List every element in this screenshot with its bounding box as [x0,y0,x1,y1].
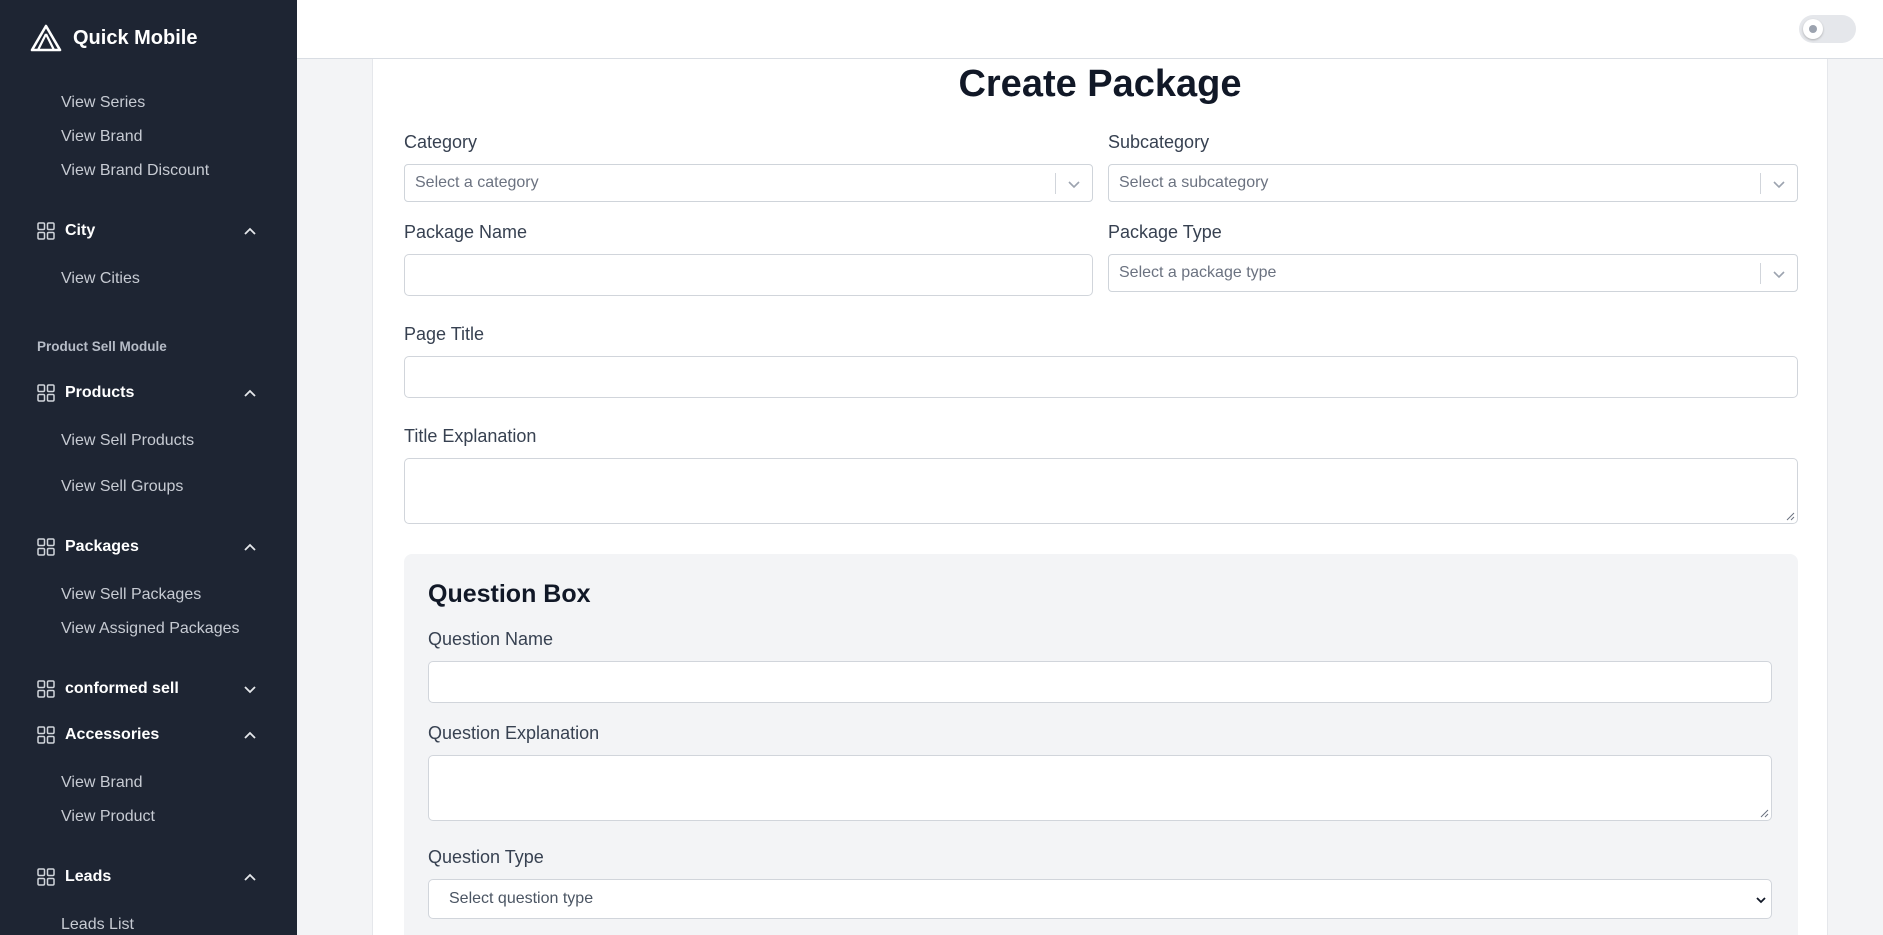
select-separator [1760,173,1761,194]
category-select[interactable]: Select a category [404,164,1093,202]
sidebar-group-city[interactable]: City [37,219,257,243]
chevron-up-icon [244,873,256,881]
sidebar-section-title: Product Sell Module [37,339,167,354]
package-type-select[interactable]: Select a package type [1108,254,1798,292]
select-separator [1760,263,1761,284]
question-name-input[interactable] [428,661,1772,703]
sidebar-link-view-product[interactable]: View Product [61,808,155,826]
sidebar-group-label: Accessories [65,726,160,743]
subcategory-select[interactable]: Select a subcategory [1108,164,1798,202]
resize-handle-icon[interactable] [1786,512,1795,521]
question-explanation-textarea[interactable] [428,755,1772,821]
sidebar-link-view-sell-groups[interactable]: View Sell Groups [61,478,183,496]
subcategory-label: Subcategory [1108,132,1210,152]
page-title: Create Package [958,63,1242,105]
question-box-title: Question Box [428,580,591,608]
resize-handle-icon[interactable] [1760,809,1769,818]
create-package-card: Create Package Category Select a categor… [372,59,1828,935]
title-explanation-textarea[interactable] [404,458,1798,524]
sidebar-link-view-brand-discount[interactable]: View Brand Discount [61,162,209,180]
sidebar-group-conformed-sell[interactable]: conformed sell [37,677,257,701]
chevron-down-icon [244,686,256,694]
sidebar-link-view-assigned-packages[interactable]: View Assigned Packages [61,620,239,638]
question-name-label: Question Name [428,629,554,649]
theme-toggle[interactable] [1799,15,1856,43]
sidebar-link-view-cities[interactable]: View Cities [61,270,140,288]
logo-icon [30,24,62,52]
brand-name: Quick Mobile [73,26,198,49]
sidebar-group-products[interactable]: Products [37,381,257,405]
sidebar-link-view-brand[interactable]: View Brand [61,128,143,146]
question-explanation-label: Question Explanation [428,723,600,743]
page-title-label: Page Title [404,324,485,344]
sidebar-link-view-series[interactable]: View Series [61,94,145,112]
sidebar-link-leads-list[interactable]: Leads List [61,916,134,934]
grid-icon [37,538,55,556]
package-name-label: Package Name [404,222,528,242]
question-type-placeholder: Select question type [449,890,594,907]
sidebar-link-view-sell-products[interactable]: View Sell Products [61,432,194,450]
sidebar-link-view-sell-packages[interactable]: View Sell Packages [61,586,201,604]
chevron-down-icon [1756,897,1766,904]
sidebar-group-accessories[interactable]: Accessories [37,723,257,747]
question-box: Question Box Question Name Question Expl… [404,554,1798,935]
sidebar-group-label: City [65,222,96,239]
grid-icon [37,222,55,240]
question-type-select[interactable]: Select question type [428,879,1772,919]
select-separator [1055,173,1056,194]
chevron-down-icon [1068,181,1080,189]
grid-icon [37,680,55,698]
topbar [297,0,1883,59]
title-explanation-label: Title Explanation [404,426,537,446]
sidebar-group-leads[interactable]: Leads [37,865,257,889]
chevron-up-icon [244,389,256,397]
grid-icon [37,868,55,886]
chevron-up-icon [244,731,256,739]
sidebar-group-label: conformed sell [65,680,179,697]
page-title-input[interactable] [404,356,1798,398]
toggle-knob [1803,19,1823,39]
sun-icon [1809,25,1817,33]
chevron-up-icon [244,543,256,551]
chevron-up-icon [244,227,256,235]
sidebar-group-packages[interactable]: Packages [37,535,257,559]
sidebar-group-label: Packages [65,538,139,555]
package-name-input[interactable] [404,254,1093,296]
sidebar: Quick Mobile View Series View Brand View… [0,0,297,935]
grid-icon [37,384,55,402]
chevron-down-icon [1773,271,1785,279]
subcategory-placeholder: Select a subcategory [1119,174,1269,191]
question-type-label: Question Type [428,847,544,867]
brand[interactable]: Quick Mobile [30,24,197,52]
package-type-label: Package Type [1108,222,1222,242]
sidebar-link-view-brand-accessories[interactable]: View Brand [61,774,143,792]
grid-icon [37,726,55,744]
category-label: Category [404,132,478,152]
category-placeholder: Select a category [415,174,539,191]
package-type-placeholder: Select a package type [1119,264,1277,281]
sidebar-group-label: Products [65,384,135,401]
chevron-down-icon [1773,181,1785,189]
sidebar-group-label: Leads [65,868,112,885]
